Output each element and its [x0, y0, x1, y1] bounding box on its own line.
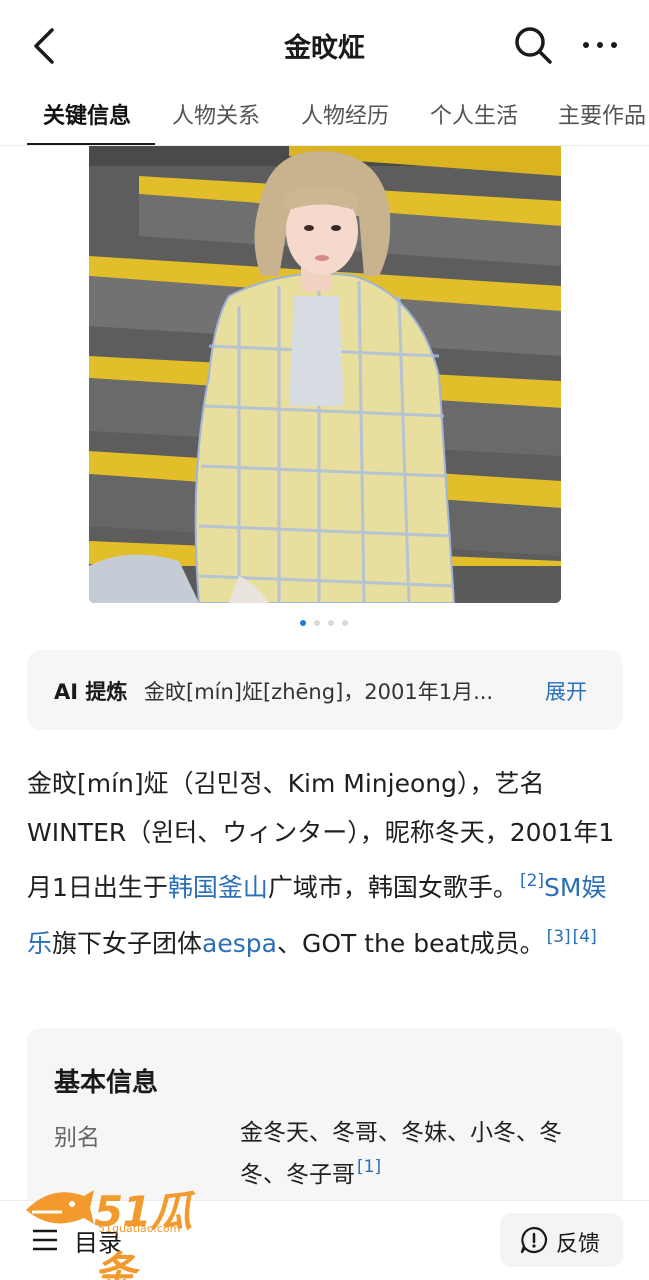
exclamation-bubble-icon	[520, 1226, 548, 1254]
carousel-dot[interactable]	[314, 620, 320, 626]
reference-1[interactable]: [1]	[357, 1157, 381, 1177]
intro-text: 旗下女子团体	[52, 928, 203, 958]
more-dots-icon	[583, 42, 617, 48]
aespa-link[interactable]: aespa	[202, 929, 277, 958]
top-nav-bar: 金旼炡	[0, 0, 649, 90]
basic-info-title: 基本信息	[54, 1068, 159, 1098]
carousel-dot[interactable]	[342, 620, 348, 626]
alias-text: 金冬天、冬哥、冬妹、小冬、冬冬、冬子哥	[240, 1120, 562, 1188]
carousel-dot[interactable]	[300, 620, 306, 626]
tab-works[interactable]: 主要作品	[558, 98, 646, 130]
tab-key-info[interactable]: 关键信息	[43, 98, 131, 130]
feedback-button[interactable]: 反馈	[500, 1213, 623, 1267]
watermark-site: 51guatiao.com	[98, 1222, 181, 1235]
ai-summary-expand-link[interactable]: 展开	[545, 676, 587, 706]
ai-summary-label: AI 提炼	[54, 680, 128, 704]
section-tabs: 关键信息 人物关系 人物经历 个人生活 主要作品	[0, 90, 649, 146]
tab-relationships[interactable]: 人物关系	[172, 98, 260, 130]
more-options-button[interactable]	[580, 30, 620, 60]
carousel-dot[interactable]	[328, 620, 334, 626]
photo-illustration	[89, 146, 561, 603]
search-button[interactable]	[512, 24, 554, 66]
tab-personal-life[interactable]: 个人生活	[430, 98, 518, 130]
feedback-label: 反馈	[556, 1232, 601, 1257]
watermark-fish-icon	[26, 1190, 94, 1224]
intro-text: 广域市，韩国女歌手。	[267, 873, 518, 902]
tab-experience[interactable]: 人物经历	[301, 98, 389, 130]
reference-2[interactable]: [2]	[520, 871, 544, 891]
alias-value: 金冬天、冬哥、冬妹、小冬、冬冬、冬子哥 [1]	[240, 1116, 600, 1192]
reference-3[interactable]: [3]	[547, 927, 571, 947]
busan-link[interactable]: 韩国釜山	[168, 873, 268, 902]
profile-photo[interactable]	[89, 146, 561, 603]
watermark-logo: 51瓜条 51guatiao.com	[22, 1178, 232, 1280]
intro-text: 、GOT the beat成员。	[276, 928, 545, 958]
ai-summary-box[interactable]: AI 提炼 金旼[mín]炡[zhēng]，2001年1月... 展开	[27, 650, 623, 730]
search-icon	[515, 27, 552, 64]
ai-summary-text: 金旼[mín]炡[zhēng]，2001年1月...	[144, 680, 494, 704]
intro-paragraph: 金旼[mín]炡（김민정、Kim Minjeong），艺名WINTER（윈터、ウ…	[27, 760, 623, 968]
alias-key: 别名	[54, 1125, 100, 1151]
reference-4[interactable]: [4]	[573, 927, 597, 947]
